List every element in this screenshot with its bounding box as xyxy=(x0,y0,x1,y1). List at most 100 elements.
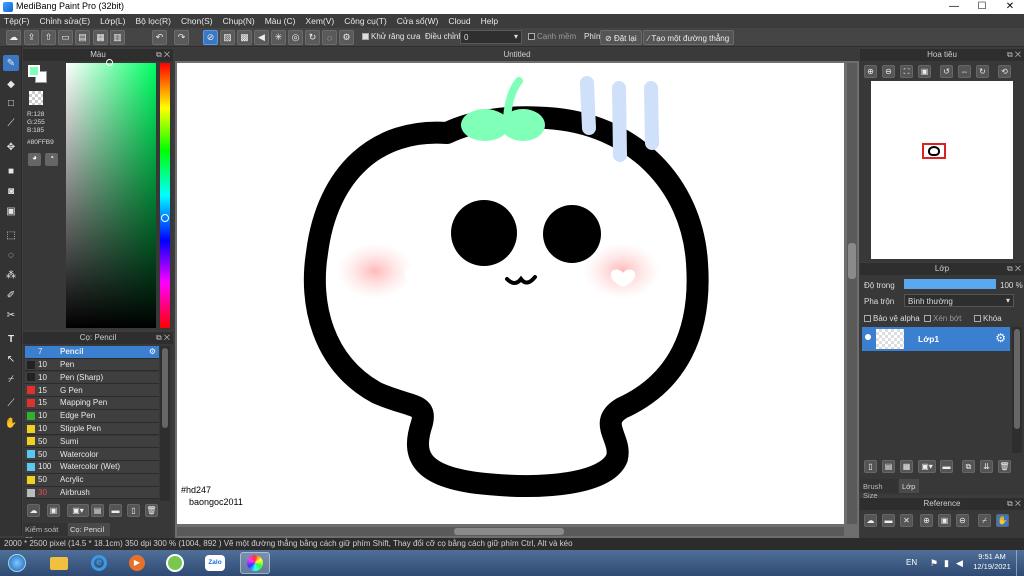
brush-size-tab[interactable]: Brush Size xyxy=(860,479,898,500)
undo-icon[interactable]: ↶ xyxy=(152,30,167,45)
medibang-taskbar-icon[interactable] xyxy=(240,552,270,574)
add-brush-dropdown[interactable]: ▣▾ xyxy=(67,504,89,517)
brush-tool-icon[interactable]: ⟋ xyxy=(3,115,19,131)
divide-tool-icon[interactable]: ⟋ xyxy=(3,395,19,411)
upload-icon[interactable]: ⇪ xyxy=(24,30,39,45)
no-snap-icon[interactable]: ⊘ xyxy=(203,30,218,45)
saturation-value-picker[interactable] xyxy=(66,59,156,328)
close-icon[interactable]: ✕ xyxy=(900,514,913,527)
brush-scrollbar[interactable] xyxy=(160,346,170,501)
menu-select[interactable]: Chọn(S) xyxy=(181,16,213,26)
file-icon[interactable]: ▯ xyxy=(127,504,140,517)
cloud-brush-icon[interactable]: ☁ xyxy=(27,504,40,517)
internet-explorer-icon[interactable]: e xyxy=(84,552,114,574)
minimize-button[interactable]: — xyxy=(940,0,968,14)
file-explorer-icon[interactable] xyxy=(44,552,74,574)
menu-view[interactable]: Xem(V) xyxy=(305,16,334,26)
volume-icon[interactable]: ◀ xyxy=(956,558,963,569)
menu-cloud[interactable]: Cloud xyxy=(448,16,470,26)
cloud-icon[interactable]: ☁ xyxy=(864,514,877,527)
correction-select[interactable]: 0 ▾ xyxy=(460,30,522,44)
zoom-out-icon[interactable]: ⊖ xyxy=(882,65,895,78)
zoom-in-icon[interactable]: ⊕ xyxy=(864,65,877,78)
pen-tool-icon[interactable]: ✎ xyxy=(3,55,19,71)
menu-help[interactable]: Help xyxy=(481,16,498,26)
zoom-in-icon[interactable]: ⊕ xyxy=(920,514,933,527)
eye-icon[interactable] xyxy=(865,334,871,340)
folder-icon[interactable]: ▬ xyxy=(109,504,122,517)
sv-cursor[interactable] xyxy=(106,59,113,66)
hue-slider[interactable] xyxy=(160,63,170,328)
trash-icon[interactable]: 🗑 xyxy=(998,460,1011,473)
menu-edit[interactable]: Chỉnh sửa(E) xyxy=(40,16,91,26)
canvas-tab[interactable]: Untitled xyxy=(175,49,859,61)
bucket-tool-icon[interactable]: ◙ xyxy=(3,183,19,199)
add-layer-dropdown[interactable]: ▣▾ xyxy=(918,460,936,473)
hand-icon[interactable]: ✋ xyxy=(996,514,1009,527)
language-indicator[interactable]: EN xyxy=(906,558,917,567)
panel-controls-icon[interactable]: ⧉ ✕ xyxy=(156,49,170,61)
menu-filter[interactable]: Bộ lọc(R) xyxy=(136,16,171,26)
show-desktop-button[interactable] xyxy=(1016,550,1024,576)
horizontal-scrollbar-thumb[interactable] xyxy=(454,528,564,535)
cloud-icon[interactable]: ☁ xyxy=(6,30,21,45)
clipping-checkbox[interactable]: Xén bớt xyxy=(924,314,961,323)
zoom-out-icon[interactable]: ⊖ xyxy=(956,514,969,527)
parallel-snap-icon[interactable]: ▨ xyxy=(220,30,235,45)
settings-snap-icon[interactable]: ⚙ xyxy=(339,30,354,45)
brush-control-tab[interactable]: Kiểm soát cọ xyxy=(23,523,67,543)
vertical-scrollbar-thumb[interactable] xyxy=(848,243,856,279)
fit-icon[interactable]: ▣ xyxy=(938,514,951,527)
lasso-tool-icon[interactable]: ◌ xyxy=(3,247,19,263)
antialias-checkbox[interactable]: Khử răng cưa xyxy=(362,32,420,41)
windows-start-icon[interactable] xyxy=(4,552,30,574)
hand-tool-icon[interactable]: ✋ xyxy=(3,415,19,431)
brush-item[interactable]: 50 Sumi xyxy=(25,435,159,449)
menu-file[interactable]: Tệp(F) xyxy=(4,16,30,26)
layer-scrollbar[interactable] xyxy=(1012,327,1022,453)
gear-icon[interactable]: ⚙ xyxy=(995,331,1006,345)
brush-scrollbar-thumb[interactable] xyxy=(162,348,168,428)
clock[interactable]: 9:51 AM 12/19/2021 xyxy=(972,552,1012,572)
move-tool-icon[interactable]: ✥ xyxy=(3,139,19,155)
palette-icon[interactable]: ▤ xyxy=(75,30,90,45)
reset-view-icon[interactable]: ⟲ xyxy=(998,65,1011,78)
perspective-snap-icon[interactable]: ◀ xyxy=(254,30,269,45)
radial-snap-icon[interactable]: ✳ xyxy=(271,30,286,45)
new-layer-icon[interactable]: ▯ xyxy=(864,460,877,473)
brush-item[interactable]: 100 Watercolor (Wet) xyxy=(25,461,159,474)
select-tool-icon[interactable]: ⬚ xyxy=(3,227,19,243)
folder-icon[interactable]: ▬ xyxy=(940,460,953,473)
brush-item[interactable]: 10 Stipple Pen xyxy=(25,422,159,436)
new-8bit-layer-icon[interactable]: ▦ xyxy=(900,460,913,473)
signal-icon[interactable]: ▮ xyxy=(944,558,949,569)
close-button[interactable]: ✕ xyxy=(996,0,1024,14)
soft-edge-checkbox[interactable]: Cạnh mềm xyxy=(528,32,576,41)
brush-item[interactable]: 10 Edge Pen xyxy=(25,410,159,423)
flag-icon[interactable]: ⚑ xyxy=(930,558,938,569)
navigator-preview[interactable] xyxy=(871,81,1013,259)
coccoc-browser-icon[interactable] xyxy=(160,552,190,574)
menu-layer[interactable]: Lớp(L) xyxy=(100,16,125,26)
merge-layer-icon[interactable]: ⇊ xyxy=(980,460,993,473)
panel-controls-icon[interactable]: ⧉ ✕ xyxy=(1007,263,1021,275)
trash-icon[interactable]: 🗑 xyxy=(145,504,158,517)
grid-snap-icon[interactable]: ▩ xyxy=(237,30,252,45)
add-brush-icon[interactable]: ▣ xyxy=(47,504,60,517)
new-halftone-layer-icon[interactable]: ▤ xyxy=(882,460,895,473)
straight-line-button[interactable]: ∕ Tạo một đường thẳng xyxy=(643,30,735,45)
eyedropper-icon[interactable]: ⌿ xyxy=(978,514,991,527)
reset-button[interactable]: ⊘ Đặt lại xyxy=(600,30,642,45)
lock-checkbox[interactable]: Khóa xyxy=(974,314,1002,323)
layer-tab[interactable]: Lớp xyxy=(899,479,919,493)
panel-controls-icon[interactable]: ⧉ ✕ xyxy=(156,332,170,344)
actual-size-icon[interactable]: ▣ xyxy=(918,65,931,78)
open-folder-icon[interactable]: ▬ xyxy=(882,514,895,527)
panel-controls-icon[interactable]: ⧉ ✕ xyxy=(1007,498,1021,510)
comment-icon[interactable]: ▭ xyxy=(58,30,73,45)
layer-scrollbar-thumb[interactable] xyxy=(1014,329,1020,429)
circle-snap-icon[interactable]: ◎ xyxy=(288,30,303,45)
share-icon[interactable]: ⇧ xyxy=(41,30,56,45)
fill-rect-tool-icon[interactable]: ■ xyxy=(3,163,19,179)
layer-row[interactable]: Lớp1 ⚙ xyxy=(862,327,1010,351)
